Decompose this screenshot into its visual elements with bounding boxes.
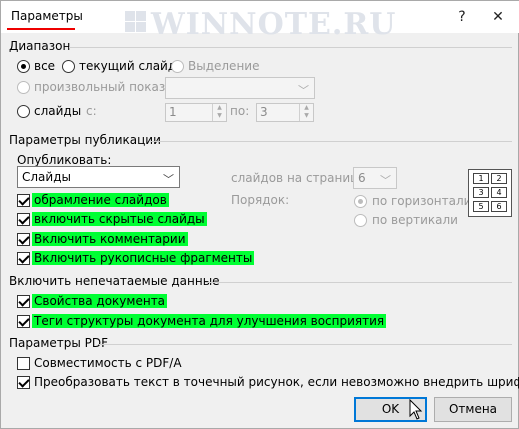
frame-slides-label: обрамление слайдов: [32, 193, 169, 207]
include-hidden-checkbox[interactable]: [17, 213, 30, 226]
range-to-spinner[interactable]: ▲ ▼: [299, 104, 313, 121]
struct-tags-label: Теги структуры документа для улучшения в…: [32, 314, 387, 328]
mouse-cursor-icon: [409, 399, 423, 420]
windows-logo-icon: [125, 11, 147, 33]
include-hidden-label: включить скрытые слайды: [32, 212, 207, 226]
order-horizontal-label: по горизонтали: [372, 194, 472, 208]
chevron-down-icon: ﹀: [298, 84, 309, 97]
nonprint-heading: Включить непечатаемые данные: [9, 274, 220, 288]
range-all-radio[interactable]: [17, 60, 30, 73]
range-current-radio[interactable]: [62, 60, 75, 73]
bitmap-text-label: Преобразовать текст в точечный рисунок, …: [34, 375, 519, 389]
range-selection-radio[interactable]: [171, 60, 184, 73]
frame-slides-checkbox[interactable]: [17, 194, 30, 207]
chevron-down-icon: ﹀: [163, 173, 174, 186]
doc-props-label: Свойства документа: [32, 294, 168, 308]
help-button[interactable]: ?: [452, 7, 472, 27]
cancel-button[interactable]: Отмена: [434, 397, 512, 422]
preview-page: 5: [473, 201, 489, 212]
range-from-spinner[interactable]: ▲ ▼: [212, 104, 226, 121]
title-bar: Параметры WINNOTE.RU ? ✕: [1, 1, 519, 42]
include-comments-label: Включить комментарии: [32, 232, 188, 246]
range-to-value: 3: [260, 105, 268, 119]
pdf-separator: [99, 344, 512, 345]
range-selection-label: Выделение: [188, 59, 260, 73]
range-heading: Диапазон: [9, 39, 71, 53]
custom-show-dropdown[interactable]: ﹀: [165, 77, 315, 99]
slides-per-page-label: слайдов на странице:: [231, 171, 370, 185]
dialog-title: Параметры: [11, 9, 83, 23]
range-from-label: с:: [86, 104, 97, 118]
slides-per-page-dropdown[interactable]: 6 ﹀: [353, 167, 397, 189]
range-custom-show-radio[interactable]: [17, 81, 30, 94]
chevron-down-icon: ﹀: [380, 174, 391, 187]
page-layout-preview: 1 2 3 4 5 6: [468, 169, 512, 217]
pdf-heading: Параметры PDF: [9, 336, 109, 350]
order-vertical-radio[interactable]: [354, 214, 367, 227]
order-horizontal-radio[interactable]: [354, 195, 367, 208]
publish-what-value: Слайды: [22, 170, 71, 184]
range-to-label: по:: [230, 104, 250, 118]
range-from-value: 1: [169, 105, 177, 119]
include-ink-label: Включить рукописные фрагменты: [32, 251, 255, 265]
publish-what-dropdown[interactable]: Слайды ﹀: [17, 166, 180, 188]
range-to-input[interactable]: 3 ▲ ▼: [256, 103, 314, 122]
range-separator: [69, 47, 512, 48]
pdfa-label: Совместимость с PDF/A: [34, 356, 182, 370]
preview-page: 4: [491, 187, 507, 198]
range-from-input[interactable]: 1 ▲ ▼: [165, 103, 227, 122]
title-underline: [7, 28, 75, 30]
order-label: Порядок:: [231, 193, 290, 207]
publish-what-label: Опубликовать:: [17, 153, 112, 167]
close-button[interactable]: ✕: [488, 7, 508, 27]
range-current-label: текущий слайд: [79, 59, 177, 73]
options-dialog: Параметры WINNOTE.RU ? ✕ Диапазон все те…: [0, 0, 519, 429]
watermark: WINNOTE.RU: [151, 7, 397, 42]
range-all-label: все: [34, 59, 56, 73]
preview-page: 2: [491, 173, 507, 184]
order-vertical-label: по вертикали: [372, 213, 458, 227]
nonprint-separator: [205, 282, 512, 283]
include-ink-checkbox[interactable]: [17, 252, 30, 265]
bitmap-text-checkbox[interactable]: [17, 376, 30, 389]
publish-heading: Параметры публикации: [9, 133, 161, 147]
preview-page: 1: [473, 173, 489, 184]
doc-props-checkbox[interactable]: [17, 295, 30, 308]
publish-separator: [151, 141, 512, 142]
range-slides-radio[interactable]: [17, 105, 30, 118]
pdfa-checkbox[interactable]: [17, 357, 30, 370]
preview-page: 6: [491, 201, 507, 212]
include-comments-checkbox[interactable]: [17, 233, 30, 246]
range-slides-label: слайды: [34, 104, 82, 118]
struct-tags-checkbox[interactable]: [17, 315, 30, 328]
range-custom-show-label: произвольный показ:: [34, 80, 170, 94]
preview-page: 3: [473, 187, 489, 198]
slides-per-page-value: 6: [358, 171, 366, 185]
